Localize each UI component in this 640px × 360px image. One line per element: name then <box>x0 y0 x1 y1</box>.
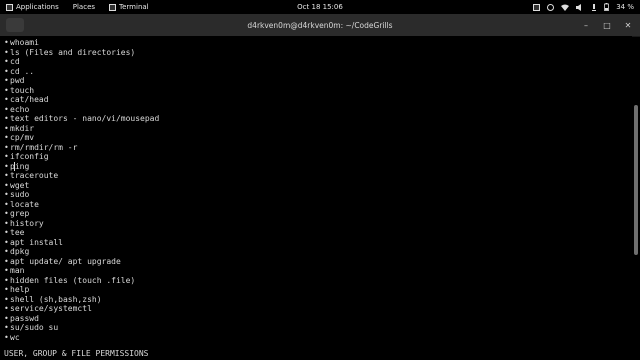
terminal-line: •grep <box>4 209 30 218</box>
terminal-line: •cd .. <box>4 66 35 76</box>
terminal-titlebar: d4rkven0m@d4rkven0m: ~/CodeGrills – □ ✕ <box>0 14 640 37</box>
volume-icon[interactable] <box>576 3 584 11</box>
wifi-icon[interactable] <box>561 4 570 11</box>
terminal-line: •man <box>4 266 25 275</box>
terminal-line: •apt update/ apt upgrade <box>4 256 121 266</box>
minimize-button[interactable]: – <box>580 21 592 30</box>
battery-percentage: 34 % <box>616 3 634 11</box>
display-icon[interactable] <box>533 3 541 11</box>
terminal-line: •ls (Files and directories) <box>4 47 136 57</box>
microphone-icon[interactable] <box>591 3 597 11</box>
terminal-line: •dpkg <box>4 247 30 256</box>
terminal-output[interactable]: •whoami •ls (Files and directories) •cd … <box>0 36 632 360</box>
terminal-line: •echo <box>4 104 30 114</box>
terminal-line: •locate <box>4 199 39 209</box>
terminal-line: •mkdir <box>4 123 35 133</box>
terminal-line: •traceroute <box>4 171 59 180</box>
terminal-line: •apt install <box>4 237 63 247</box>
terminal-line: •sudo <box>4 190 30 199</box>
terminal-line: •cd <box>4 57 20 66</box>
window-controls: – □ ✕ <box>580 14 634 36</box>
terminal-line: •passwd <box>4 313 39 323</box>
terminal-line: •hidden files (touch .file) <box>4 275 136 285</box>
close-button[interactable]: ✕ <box>622 21 634 30</box>
terminal-line: •wc <box>4 332 20 342</box>
scrollbar[interactable] <box>634 105 638 255</box>
terminal-line: •ping <box>4 161 30 171</box>
terminal-line: •su/sudo su <box>4 323 59 332</box>
terminal-line: •ifconfig <box>4 152 49 161</box>
terminal-line: •text editors - nano/vi/mousepad <box>4 114 160 123</box>
terminal-line: •shell (sh,bash,zsh) <box>4 294 102 304</box>
terminal-line: •service/systemctl <box>4 304 92 313</box>
terminal-line: •help <box>4 285 30 294</box>
top-panel: Applications Places Terminal Oct 18 15:0… <box>0 0 640 14</box>
battery-icon[interactable] <box>604 3 610 11</box>
terminal-line: •cp/mv <box>4 133 35 142</box>
maximize-button[interactable]: □ <box>601 21 613 30</box>
terminal-line: •tee <box>4 228 25 237</box>
window-title: d4rkven0m@d4rkven0m: ~/CodeGrills <box>247 20 393 30</box>
terminal-line: •cat/head <box>4 95 49 104</box>
terminal-line: •history <box>4 218 44 228</box>
terminal-line: •wget <box>4 180 30 190</box>
terminal-line: •touch <box>4 85 35 95</box>
text-cursor-icon <box>14 162 15 171</box>
terminal-line: •whoami <box>4 38 39 47</box>
terminal-line: •rm/rmdir/rm -r <box>4 142 78 152</box>
network-icon[interactable] <box>547 3 555 11</box>
terminal-line: •pwd <box>4 76 25 85</box>
terminal-footer: USER, GROUP & FILE PERMISSIONS <box>4 349 149 358</box>
status-tray: 34 % <box>533 0 634 14</box>
